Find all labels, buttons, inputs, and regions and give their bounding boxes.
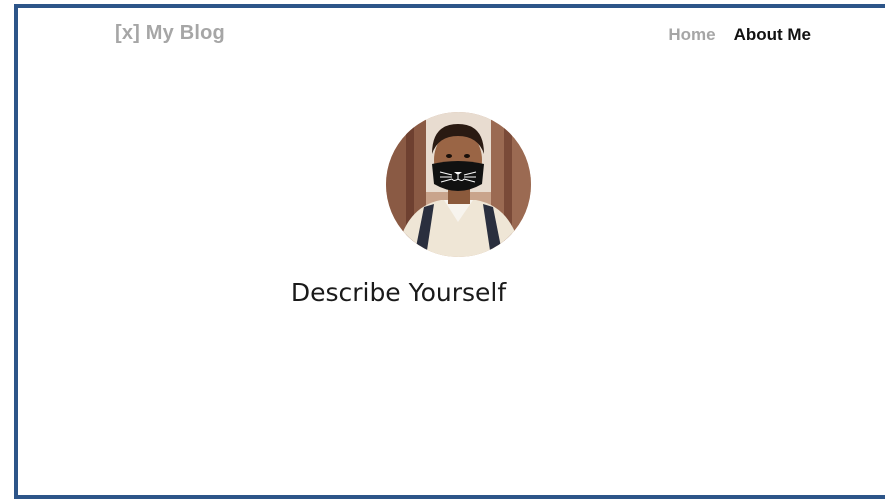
page-tagline: Describe Yourself [290, 278, 507, 307]
site-logo[interactable]: [x] My Blog [115, 22, 225, 45]
avatar [386, 112, 531, 257]
nav-home-link[interactable]: Home [668, 25, 715, 45]
nav-about-link[interactable]: About Me [734, 25, 811, 45]
profile-photo [386, 112, 531, 257]
top-nav: Home About Me [668, 25, 811, 45]
page-frame: [x] My Blog Home About Me Describe Yours… [14, 4, 885, 499]
